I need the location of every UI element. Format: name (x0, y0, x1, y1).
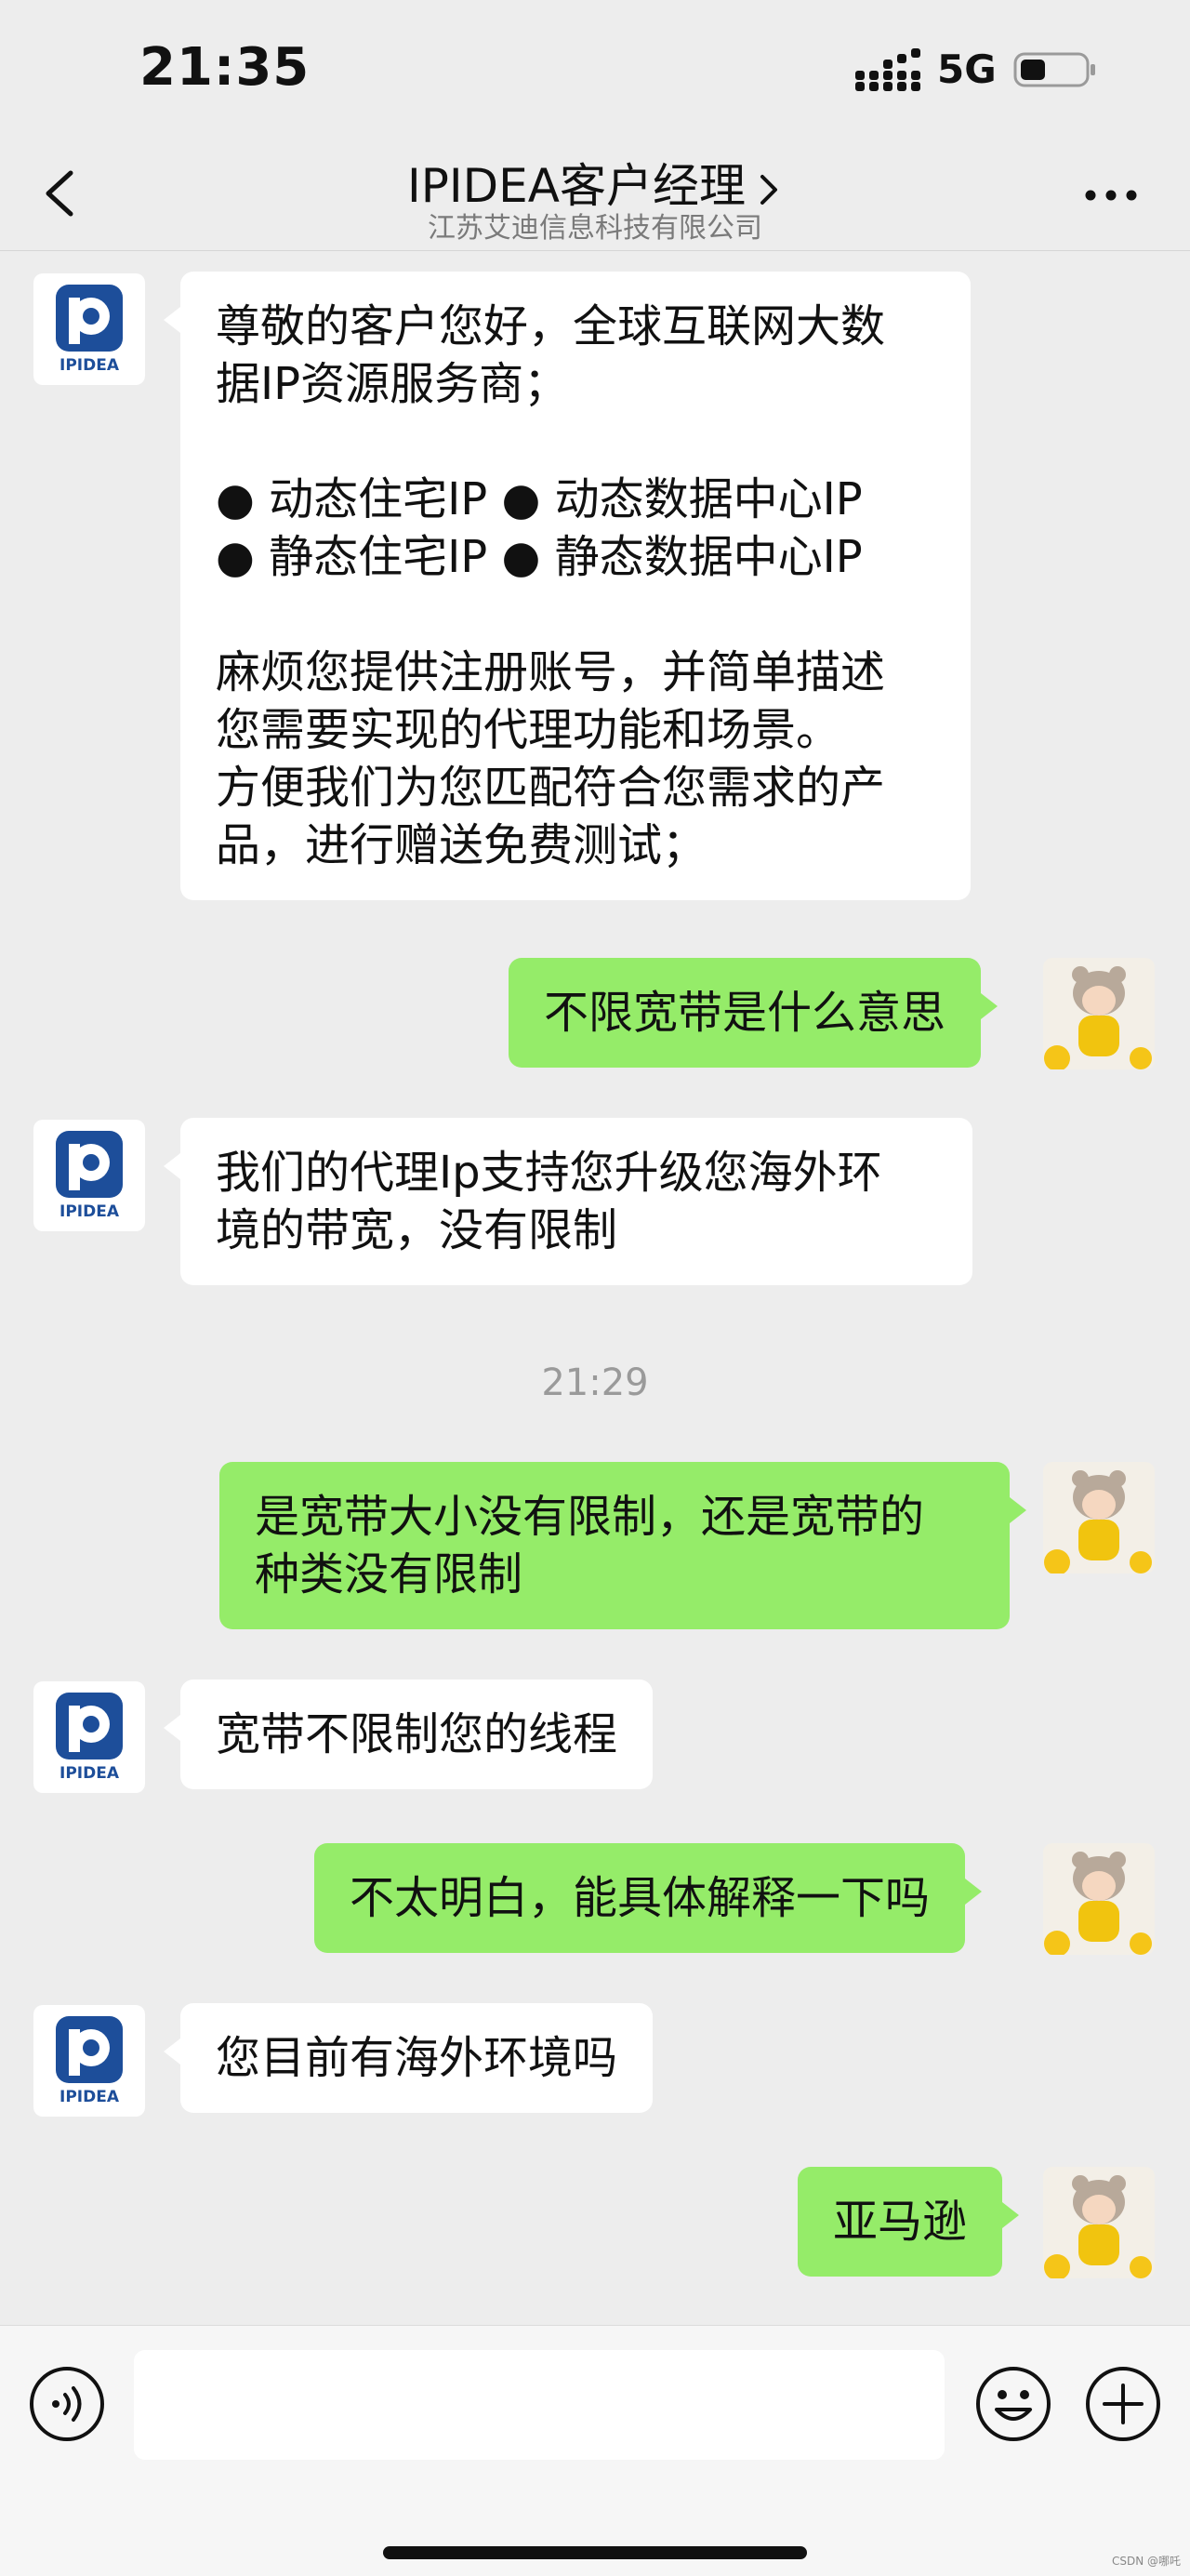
baby-photo-icon (1043, 1843, 1155, 1955)
ipidea-logo-icon: IPIDEA (56, 2016, 123, 2106)
chat-header: IPIDEA客户经理 江苏艾迪信息科技有限公司 (0, 139, 1190, 251)
message-timestamp: 21:29 (541, 1361, 649, 1404)
logo-text: IPIDEA (60, 356, 120, 375)
my-avatar[interactable] (1043, 958, 1155, 1069)
message-input[interactable] (134, 2350, 945, 2460)
more-options-icon[interactable] (1083, 184, 1139, 206)
ipidea-logo-icon: IPIDEA (56, 1131, 123, 1221)
status-bar: 21:35 5G (0, 0, 1190, 139)
contact-avatar[interactable]: IPIDEA (33, 1681, 145, 1793)
message-bubble-incoming[interactable]: 宽带不限制您的线程 (163, 1680, 654, 1789)
message-bubble-outgoing[interactable]: 不限宽带是什么意思 (509, 958, 998, 1068)
voice-input-icon[interactable] (28, 2365, 106, 2443)
contact-avatar[interactable]: IPIDEA (33, 273, 145, 385)
my-avatar[interactable] (1043, 1462, 1155, 1573)
baby-photo-icon (1043, 1462, 1155, 1573)
watermark-text: CSDN @哪吒 (1111, 2555, 1181, 2568)
network-type: 5G (937, 46, 997, 92)
message-bubble-outgoing[interactable]: 不太明白，能具体解释一下吗 (314, 1843, 983, 1953)
baby-photo-icon (1043, 958, 1155, 1069)
logo-text: IPIDEA (60, 2088, 120, 2106)
ipidea-logo-icon: IPIDEA (56, 1693, 123, 1783)
contact-avatar[interactable]: IPIDEA (33, 2005, 145, 2117)
plus-icon[interactable] (1084, 2365, 1162, 2443)
logo-text: IPIDEA (60, 1202, 120, 1221)
message-bubble-outgoing[interactable]: 亚马逊 (798, 2167, 1020, 2277)
battery-icon (1013, 52, 1095, 87)
logo-text: IPIDEA (60, 1764, 120, 1783)
home-indicator[interactable] (383, 2546, 807, 2559)
emoji-icon[interactable] (974, 2365, 1052, 2443)
status-time: 21:35 (139, 37, 311, 98)
message-bubble-incoming[interactable]: 我们的代理Ip支持您升级您海外环 境的带宽，没有限制 (164, 1118, 972, 1285)
message-bubble-incoming[interactable]: 尊敬的客户您好，全球互联网大数 据IP资源服务商； ● 动态住宅IP ● 动态数… (164, 272, 971, 900)
my-avatar[interactable] (1043, 2167, 1155, 2278)
chevron-right-icon (760, 174, 777, 205)
chat-input-bar (0, 2325, 1190, 2576)
signal-strength-icon (855, 48, 920, 91)
message-bubble-outgoing[interactable]: 是宽带大小没有限制，还是宽带的 种类没有限制 (219, 1462, 1026, 1629)
contact-avatar[interactable]: IPIDEA (33, 1120, 145, 1231)
message-bubble-incoming[interactable]: 您目前有海外环境吗 (163, 2003, 654, 2113)
my-avatar[interactable] (1043, 1843, 1155, 1955)
baby-photo-icon (1043, 2167, 1155, 2278)
chat-subtitle: 江苏艾迪信息科技有限公司 (428, 212, 762, 245)
ipidea-logo-icon: IPIDEA (56, 285, 123, 375)
